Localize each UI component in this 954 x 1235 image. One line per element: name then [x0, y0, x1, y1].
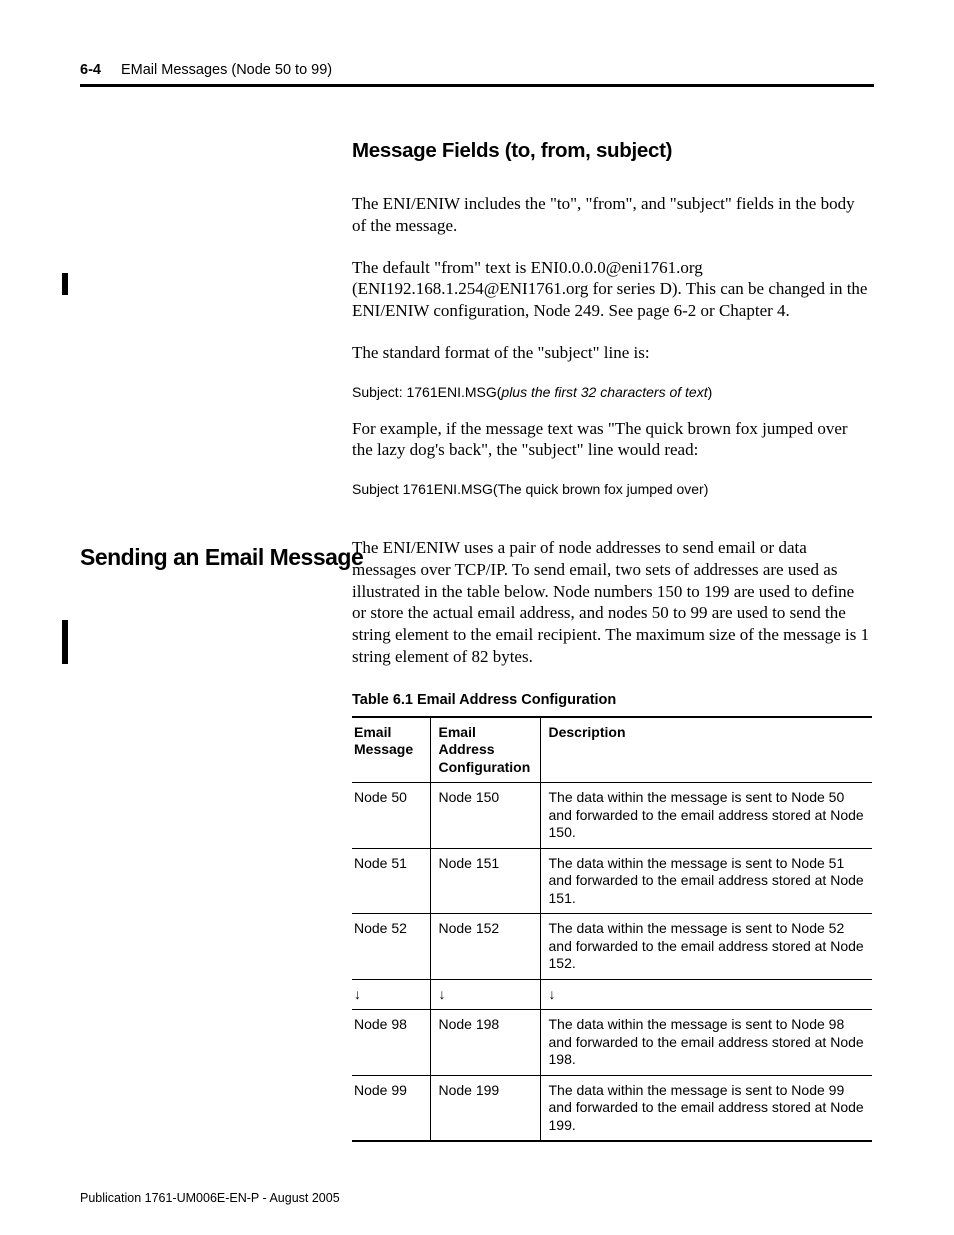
revision-bar	[62, 273, 68, 295]
code-text: )	[708, 384, 713, 400]
table-body: Node 50 Node 150 The data within the mes…	[352, 783, 872, 1142]
page-number: 6-4	[80, 62, 101, 78]
table-cell: ↓	[430, 979, 540, 1010]
table-caption: Table 6.1 Email Address Configuration	[352, 692, 874, 708]
table-cell: The data within the message is sent to N…	[540, 848, 872, 914]
paragraph: The ENI/ENIW includes the "to", "from", …	[352, 193, 872, 237]
table-cell: Node 52	[352, 914, 430, 980]
code-line: Subject 1761ENI.MSG(The quick brown fox …	[352, 481, 874, 497]
table-row: Node 99 Node 199 The data within the mes…	[352, 1075, 872, 1141]
header-title: EMail Messages (Node 50 to 99)	[121, 62, 332, 78]
paragraph: For example, if the message text was "Th…	[352, 418, 872, 462]
code-italic: plus the first 32 characters of text	[501, 384, 707, 400]
table-row: Node 98 Node 198 The data within the mes…	[352, 1010, 872, 1076]
table-cell: Node 151	[430, 848, 540, 914]
running-header: 6-4 EMail Messages (Node 50 to 99)	[80, 62, 874, 78]
table-cell: Node 150	[430, 783, 540, 849]
table-header-cell: Email Address Configuration	[430, 717, 540, 783]
table-row: Node 51 Node 151 The data within the mes…	[352, 848, 872, 914]
table-cell: Node 199	[430, 1075, 540, 1141]
section-heading: Sending an Email Message	[80, 544, 363, 571]
header-rule	[80, 84, 874, 87]
table-row: Node 52 Node 152 The data within the mes…	[352, 914, 872, 980]
table-cell: Node 50	[352, 783, 430, 849]
table-cell: Node 152	[430, 914, 540, 980]
table-cell: The data within the message is sent to N…	[540, 783, 872, 849]
table-cell: ↓	[540, 979, 872, 1010]
revision-bar	[62, 620, 68, 664]
footer-publication: Publication 1761-UM006E-EN-P - August 20…	[80, 1191, 340, 1205]
table-header-cell: Description	[540, 717, 872, 783]
table-cell: Node 198	[430, 1010, 540, 1076]
table-cell: The data within the message is sent to N…	[540, 1010, 872, 1076]
table-header-cell: Email Message	[352, 717, 430, 783]
content-column: The ENI/ENIW uses a pair of node address…	[352, 537, 874, 1142]
table-cell: Node 98	[352, 1010, 430, 1076]
page: 6-4 EMail Messages (Node 50 to 99) Messa…	[0, 0, 954, 1235]
paragraph: The default "from" text is ENI0.0.0.0@en…	[352, 257, 872, 322]
email-config-table: Email Message Email Address Configuratio…	[352, 716, 872, 1143]
table-cell: The data within the message is sent to N…	[540, 914, 872, 980]
table-cell: Node 99	[352, 1075, 430, 1141]
code-line: Subject: 1761ENI.MSG(plus the first 32 c…	[352, 384, 874, 400]
table-cell: Node 51	[352, 848, 430, 914]
code-text: Subject: 1761ENI.MSG(	[352, 384, 501, 400]
table-row: Node 50 Node 150 The data within the mes…	[352, 783, 872, 849]
paragraph: The ENI/ENIW uses a pair of node address…	[352, 537, 872, 668]
table-row: ↓ ↓ ↓	[352, 979, 872, 1010]
table-header-row: Email Message Email Address Configuratio…	[352, 717, 872, 783]
paragraph: The standard format of the "subject" lin…	[352, 342, 872, 364]
table-cell: The data within the message is sent to N…	[540, 1075, 872, 1141]
table-cell: ↓	[352, 979, 430, 1010]
subsection-heading: Message Fields (to, from, subject)	[352, 139, 874, 163]
content-column: Message Fields (to, from, subject) The E…	[352, 139, 874, 497]
